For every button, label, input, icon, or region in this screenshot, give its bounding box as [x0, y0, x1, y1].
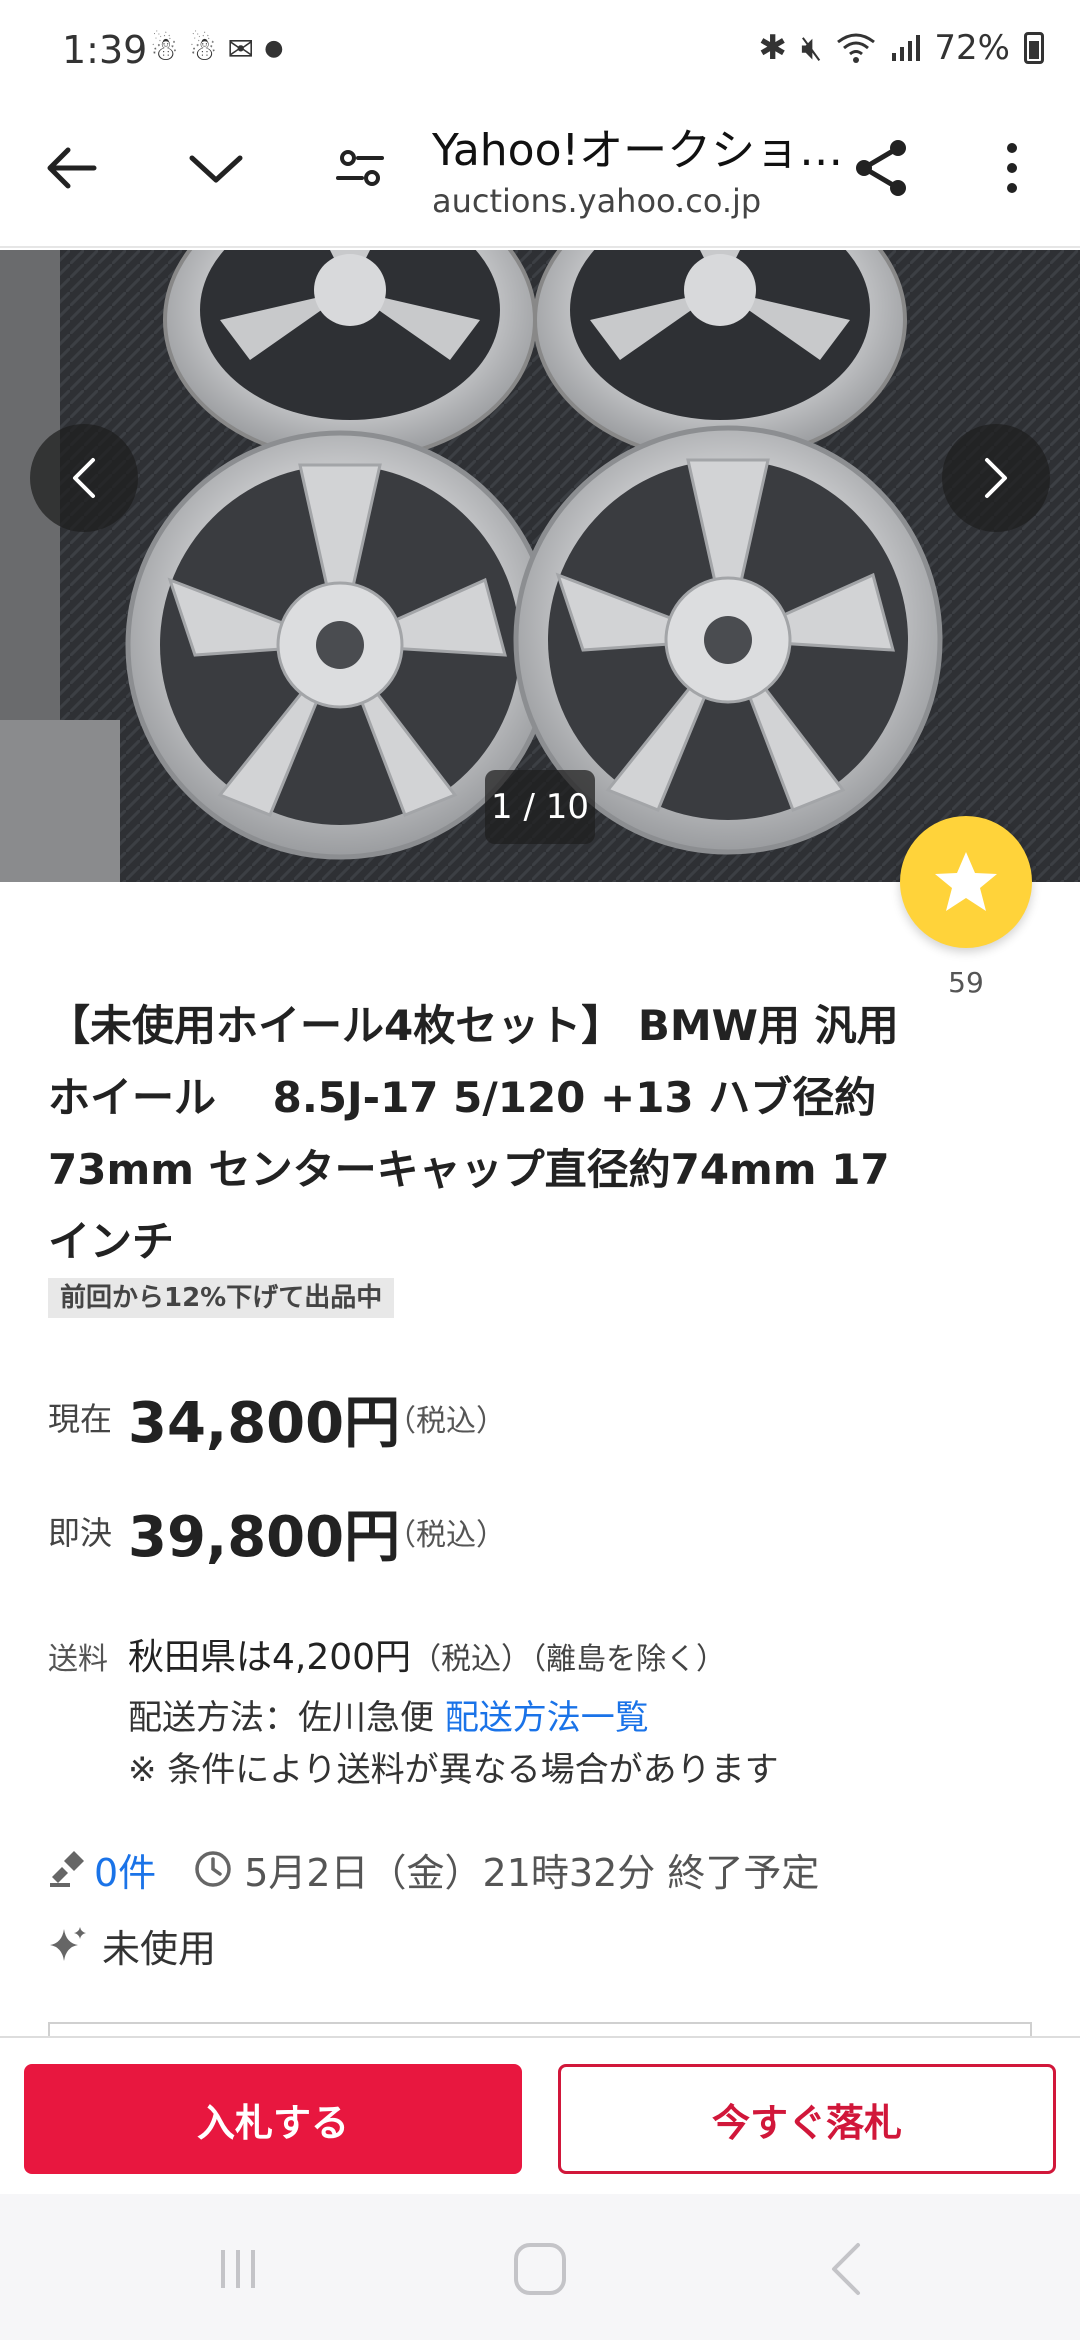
- status-system-icons: ✱ 🔇︎ 72%: [758, 28, 1044, 68]
- tune-icon: [336, 150, 384, 186]
- shipping-methods-link[interactable]: 配送方法一覧: [445, 1698, 649, 1738]
- gavel-icon: [50, 1851, 84, 1887]
- end-time: 5月2日（金）21時32分 終了予定: [244, 1850, 820, 1895]
- product-image-carousel[interactable]: 1 / 10: [0, 250, 1080, 882]
- action-bar: 入札する 今すぐ落札: [0, 2036, 1080, 2194]
- site-settings-button[interactable]: [322, 130, 398, 206]
- shipping-cost-value: 秋田県は4,200円: [128, 1637, 412, 1678]
- back-arrow-icon: [47, 147, 97, 189]
- home-button[interactable]: [500, 2234, 580, 2304]
- status-notification-icons: ☃ ☃ ✉ ●: [150, 30, 283, 68]
- condition-row: 未使用: [48, 1920, 217, 1971]
- watch-button[interactable]: [900, 816, 1032, 948]
- more-options-button[interactable]: [974, 130, 1050, 206]
- page-url[interactable]: auctions.yahoo.co.jp: [432, 182, 761, 220]
- notification-icon: ☃: [150, 30, 179, 68]
- buynow-price-value: 39,800円: [128, 1505, 401, 1570]
- mute-icon: 🔇︎: [801, 28, 823, 68]
- bid-info-row: 0件 5月2日（金）21時32分 終了予定: [48, 1842, 820, 1897]
- bluetooth-icon: ✱: [758, 28, 788, 68]
- carousel-next-button[interactable]: [942, 424, 1050, 532]
- sparkle-icon: [50, 1927, 86, 1961]
- image-counter: 1 / 10: [485, 770, 595, 844]
- current-price-tax: （税込）: [386, 1404, 506, 1439]
- clock-icon: [195, 1851, 231, 1887]
- chevron-right-icon: [985, 458, 1007, 498]
- home-icon: [514, 2243, 566, 2295]
- signal-icon: [892, 35, 921, 61]
- share-icon: [856, 140, 906, 196]
- status-bar: 1:39 ☃ ☃ ✉ ● ✱ 🔇︎ 72%: [0, 0, 1080, 96]
- shipping-cost-note: （離島を除く）: [531, 1642, 727, 1677]
- carousel-prev-button[interactable]: [30, 424, 138, 532]
- share-button[interactable]: [844, 130, 920, 206]
- chevron-down-icon: [189, 155, 243, 183]
- condition-text: 未使用: [102, 1926, 217, 1971]
- shipping-method-text: 配送方法：佐川急便: [128, 1698, 434, 1738]
- dot-icon: ●: [264, 36, 284, 61]
- bid-count-link[interactable]: 0件: [94, 1842, 156, 1897]
- status-time: 1:39: [62, 28, 148, 72]
- buynow-price-tax: （税込）: [386, 1518, 506, 1553]
- back-nav-button[interactable]: [806, 2234, 886, 2304]
- message-icon: ✉: [227, 30, 255, 68]
- shipping-method: 配送方法：佐川急便 配送方法一覧: [128, 1690, 649, 1739]
- back-chevron-icon: [832, 2243, 860, 2295]
- buynow-price-label: 即決: [48, 1514, 113, 1552]
- relist-badge: 前回から12%下げて出品中: [48, 1278, 395, 1318]
- more-vert-icon: [1007, 143, 1017, 193]
- battery-percent: 72%: [934, 28, 1010, 68]
- collapse-button[interactable]: [178, 130, 254, 206]
- chevron-left-icon: [73, 458, 95, 498]
- browser-toolbar: Yahoo!オークショ… auctions.yahoo.co.jp: [0, 96, 1080, 248]
- shipping-cost: 秋田県は4,200円（税込）（離島を除く）: [128, 1628, 726, 1680]
- notification-icon: ☃: [188, 30, 218, 68]
- wifi-icon: [837, 33, 876, 63]
- page-title: Yahoo!オークショ…: [432, 125, 844, 176]
- current-price-label: 現在: [48, 1400, 113, 1438]
- buy-now-button[interactable]: 今すぐ落札: [558, 2064, 1056, 2174]
- bid-button[interactable]: 入札する: [24, 2064, 522, 2174]
- recent-apps-icon: [221, 2250, 255, 2288]
- item-title: 【未使用ホイール4枚セット】 BMW用 汎用ホイール 8.5J-17 5/120…: [48, 1001, 899, 1266]
- shipping-label: 送料: [48, 1642, 108, 1677]
- current-price-value: 34,800円: [128, 1391, 401, 1456]
- battery-icon: [1024, 32, 1044, 64]
- system-nav-bar: [0, 2194, 1080, 2340]
- recent-apps-button[interactable]: [198, 2234, 278, 2304]
- shipping-cost-tax: （税込）: [411, 1642, 532, 1677]
- star-icon: [935, 852, 997, 911]
- back-button[interactable]: [34, 130, 110, 206]
- shipping-note: ※ 条件により送料が異なる場合があります: [128, 1750, 779, 1790]
